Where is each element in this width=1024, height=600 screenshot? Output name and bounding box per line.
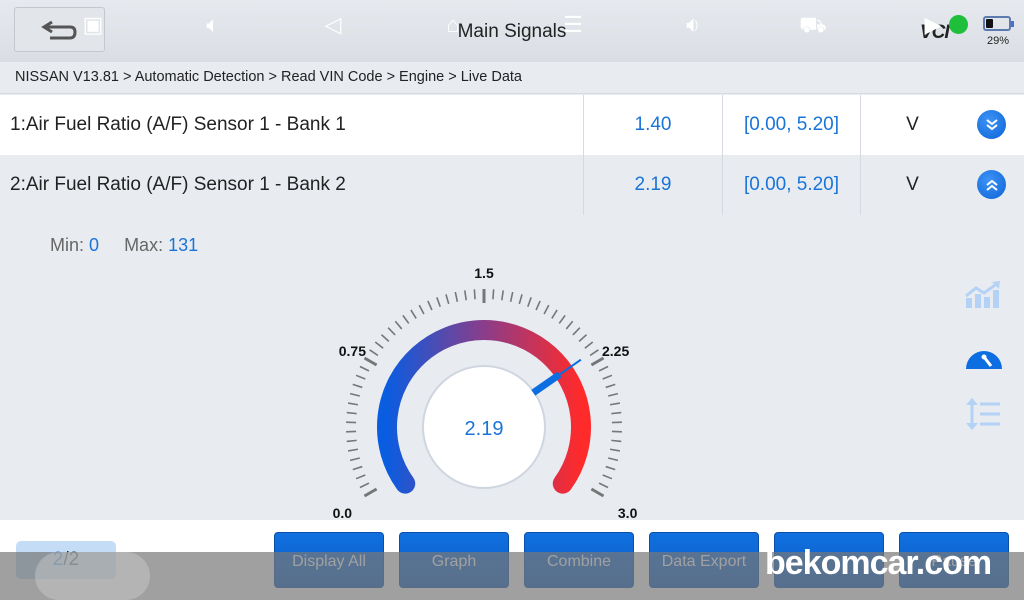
gauge-tick xyxy=(609,402,621,406)
breadcrumb: NISSAN V13.81 > Automatic Detection > Re… xyxy=(0,62,1024,94)
volume-up-icon[interactable]: 🔉︎ xyxy=(678,10,708,40)
gauge-tick xyxy=(501,290,504,301)
gauge-tick xyxy=(605,383,616,389)
gauge: 0.0 0.75 1.5 2.25 3.0 2.19 xyxy=(333,265,638,520)
vci-car-icon[interactable]: ⛟ xyxy=(798,10,828,40)
gauge-tick-label: 0.0 xyxy=(333,505,353,520)
watermark: bekomcar.com xyxy=(765,544,992,582)
gauge-tick xyxy=(427,300,433,311)
gauge-major-tick xyxy=(363,356,378,367)
wifi-icon xyxy=(949,15,968,34)
gauge-tick xyxy=(572,327,581,336)
page-title: Main Signals xyxy=(457,21,567,42)
gauge-tick xyxy=(578,334,588,342)
signal-unit: V xyxy=(860,155,964,215)
gauge-needle xyxy=(531,371,562,396)
gauge-tick xyxy=(598,365,609,372)
gauge-tick xyxy=(611,411,622,415)
screenshot-icon[interactable]: ▣ xyxy=(78,10,108,40)
gauge-tick xyxy=(565,320,574,330)
gauge-tick xyxy=(349,392,360,397)
gauge-tick-label: 0.75 xyxy=(339,343,366,359)
screenshot-button[interactable] xyxy=(35,552,150,600)
gauge-tick xyxy=(509,291,514,302)
table-row[interactable]: 2:Air Fuel Ratio (A/F) Sensor 1 - Bank 2… xyxy=(0,155,1024,215)
line-chart-icon[interactable] xyxy=(964,280,1004,310)
header: Main Signals VCI 29% xyxy=(0,0,1024,62)
gauge-tick xyxy=(527,297,532,307)
gauge-tick xyxy=(608,457,619,462)
gauge-tick xyxy=(352,383,363,389)
gauge-tick-label: 1.5 xyxy=(474,265,494,281)
gauge-tick xyxy=(436,297,441,307)
gauge-tick xyxy=(605,465,616,471)
gauge-tick-label: 3.0 xyxy=(618,505,638,520)
signal-range: [0.00, 5.20] xyxy=(722,155,860,215)
gauge-tick xyxy=(445,294,450,305)
gauge-tick xyxy=(352,465,363,471)
gauge-tick xyxy=(473,289,476,300)
gauge-tick xyxy=(355,374,366,380)
gauge-tick xyxy=(535,300,541,311)
gauge-tick xyxy=(608,392,619,397)
gauge-tick xyxy=(589,349,599,357)
gauge-value: 2.19 xyxy=(465,418,504,440)
gauge-tick xyxy=(359,365,370,372)
gauge-tick xyxy=(410,309,417,319)
table-row[interactable]: 1:Air Fuel Ratio (A/F) Sensor 1 - Bank 1… xyxy=(0,95,1024,155)
gauge-tick xyxy=(355,474,366,480)
gauge-tick xyxy=(543,304,550,315)
signal-range: [0.00, 5.20] xyxy=(722,95,860,155)
signal-value: 2.19 xyxy=(583,155,722,215)
gauge-tick xyxy=(349,457,360,462)
signal-name: 1:Air Fuel Ratio (A/F) Sensor 1 - Bank 1 xyxy=(10,114,346,135)
list-icon[interactable] xyxy=(964,396,1004,432)
signal-name: 2:Air Fuel Ratio (A/F) Sensor 1 - Bank 2 xyxy=(10,174,346,195)
gauge-tick xyxy=(346,439,357,443)
signal-value: 1.40 xyxy=(583,95,722,155)
gauge-tick xyxy=(584,341,594,349)
gauge-tick xyxy=(387,327,396,336)
gauge-tick xyxy=(602,474,613,480)
gauge-tick xyxy=(394,320,403,330)
volume-down-icon[interactable]: 🔈︎ xyxy=(198,10,228,40)
gauge-tick xyxy=(380,334,390,342)
gauge-tick xyxy=(374,341,384,349)
gauge-major-tick xyxy=(590,487,605,498)
gauge-tick xyxy=(558,314,566,324)
back-nav-icon[interactable]: ◁ xyxy=(318,10,348,40)
gauge-tick-label: 2.25 xyxy=(602,343,629,359)
gauge-major-tick xyxy=(590,356,605,367)
gauge-major-tick xyxy=(363,487,378,498)
signal-unit: V xyxy=(860,95,964,155)
gauge-tick xyxy=(598,482,609,489)
gauge-tick xyxy=(418,304,425,315)
gauge-tick xyxy=(611,439,622,443)
gauge-tick xyxy=(551,309,558,319)
gauge-tick xyxy=(454,291,459,302)
screen-record-icon[interactable]: ▶ xyxy=(918,10,948,40)
gauge-tick xyxy=(346,411,357,415)
gauge-tick xyxy=(369,349,379,357)
gauge-tick xyxy=(402,314,410,324)
gauge-tick xyxy=(492,289,495,300)
gauge-tick xyxy=(347,448,359,452)
gauge-tick xyxy=(602,374,613,380)
battery-percent: 29% xyxy=(987,35,1010,47)
gauge-tick xyxy=(464,290,467,301)
home-icon[interactable]: ⌂ xyxy=(438,10,468,40)
gauge-tick xyxy=(609,448,621,452)
menu-icon[interactable]: ☰ xyxy=(558,10,588,40)
collapse-chevron-up-icon[interactable] xyxy=(977,170,1006,199)
gauge-tick xyxy=(347,402,359,406)
battery-icon xyxy=(983,16,1014,31)
gauge-tick xyxy=(359,482,370,489)
expand-chevron-down-icon[interactable] xyxy=(977,110,1006,139)
gauge-tick xyxy=(518,294,523,305)
gauge-icon[interactable] xyxy=(964,337,1004,371)
